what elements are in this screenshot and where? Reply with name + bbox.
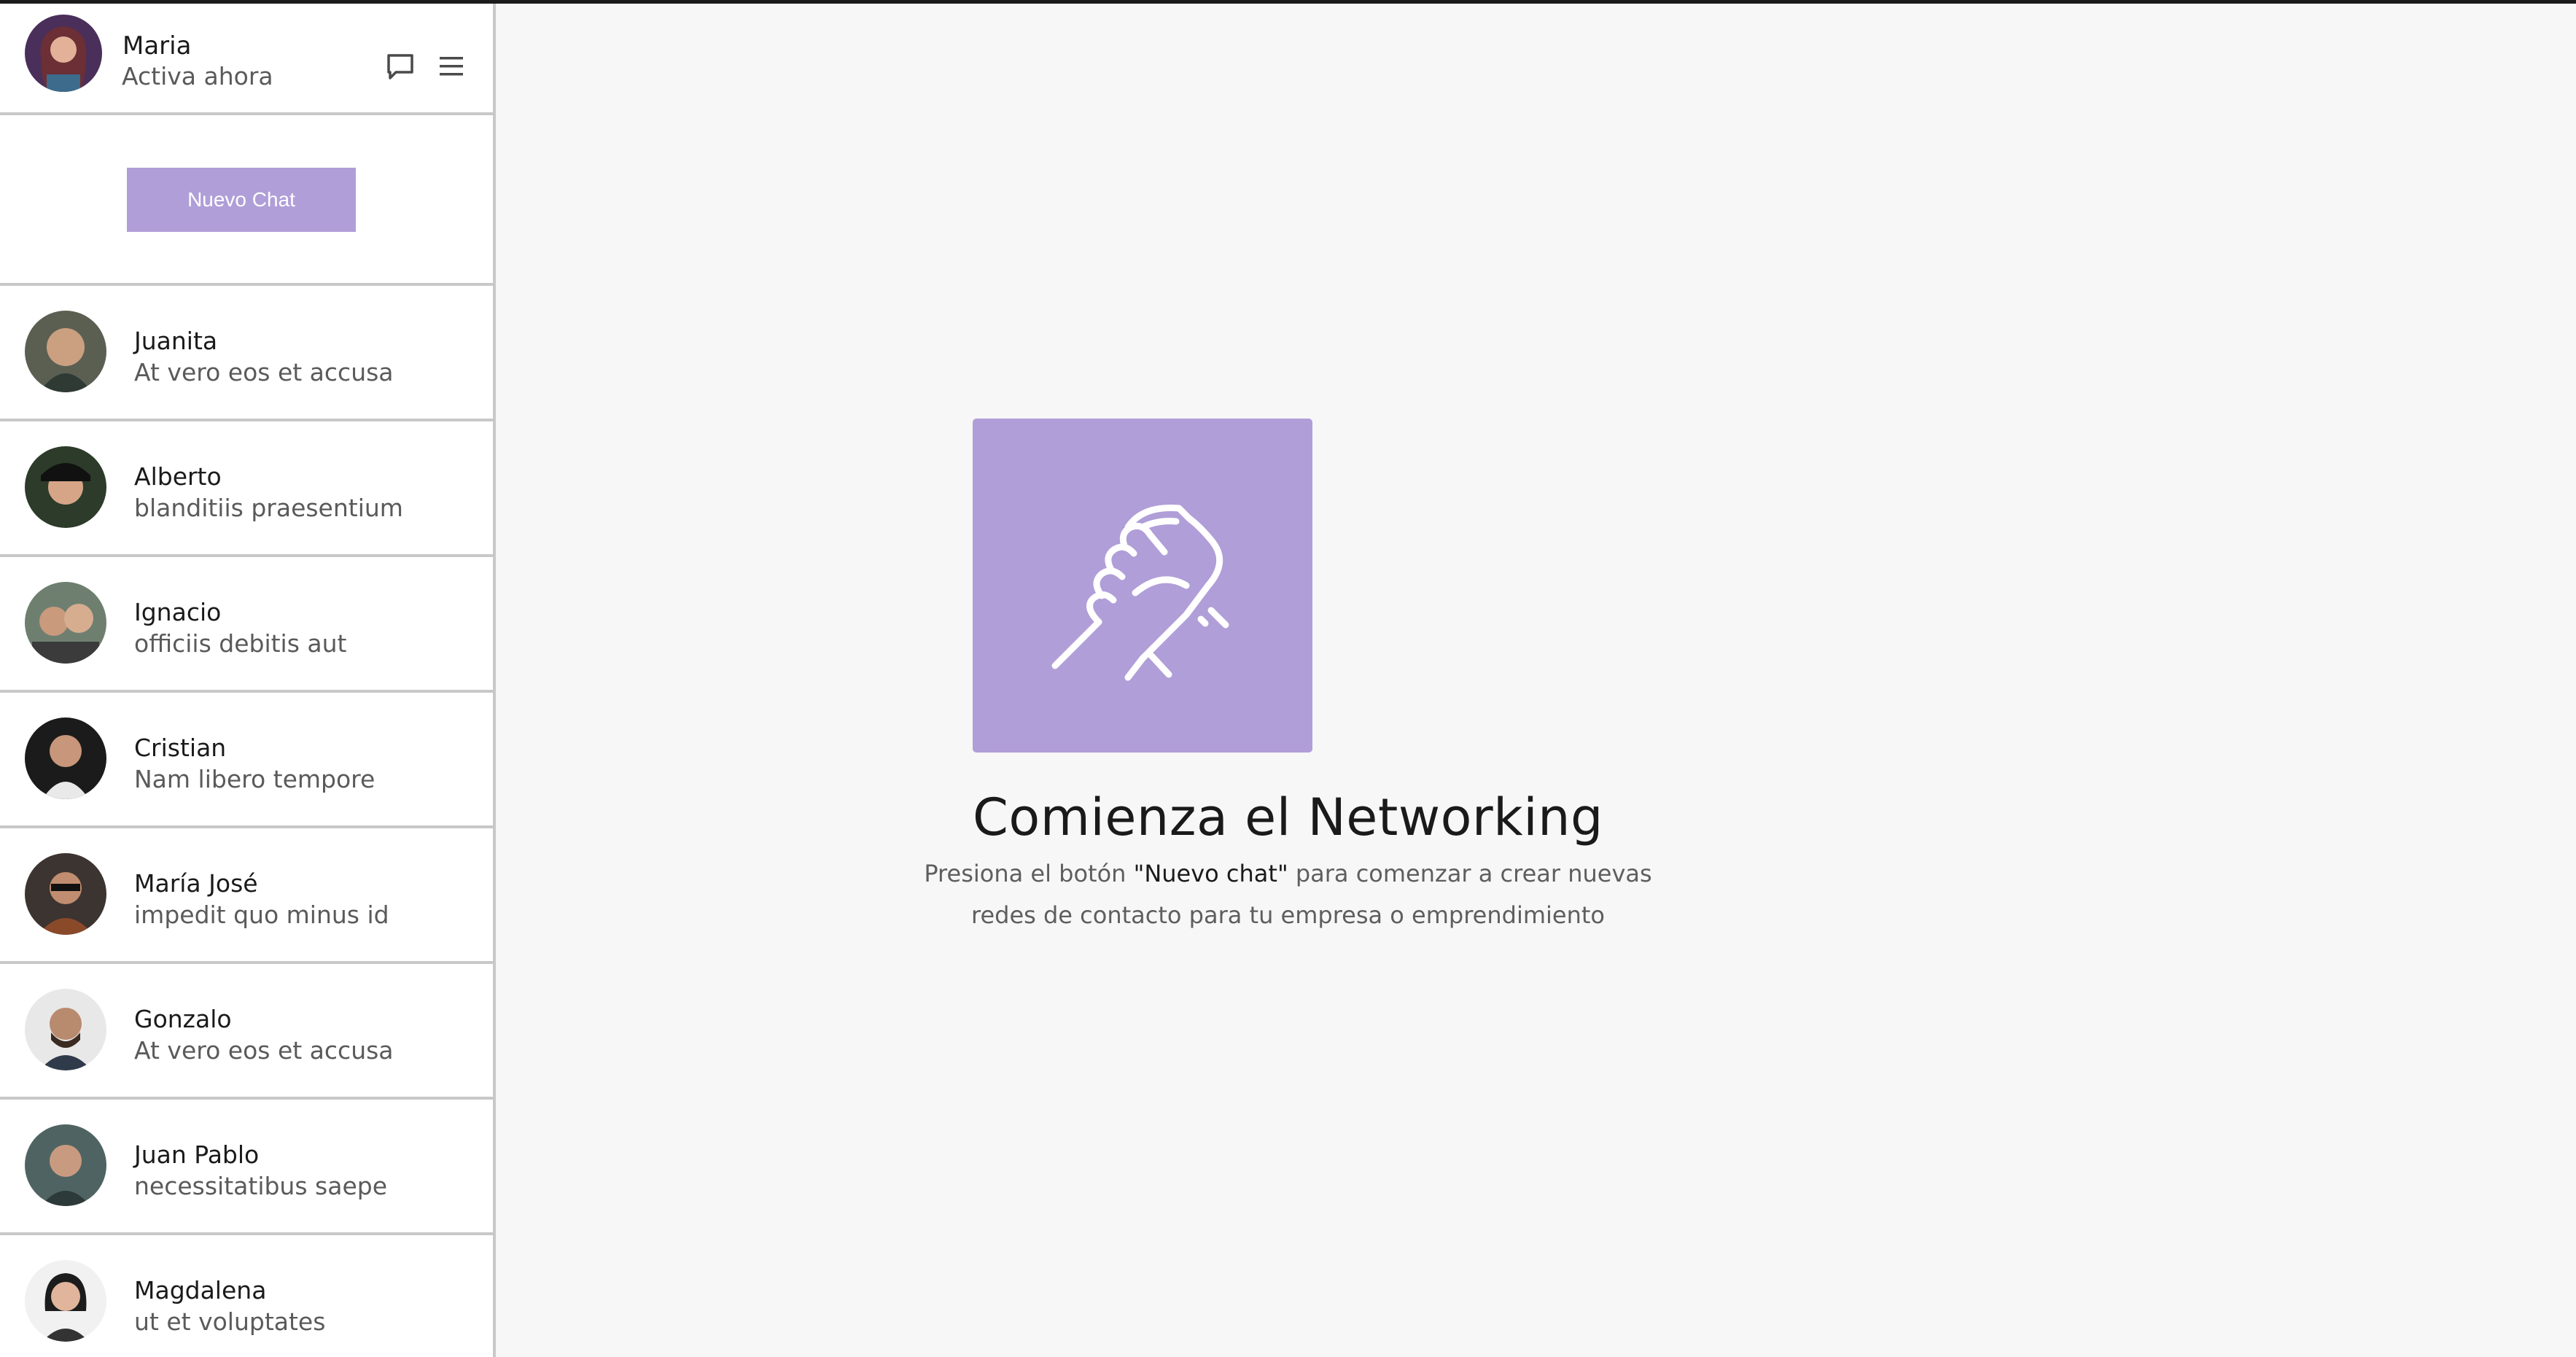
contact-avatar [25, 311, 106, 392]
user-avatar[interactable] [25, 15, 102, 92]
main-panel [499, 4, 2576, 1357]
user-name: Maria [122, 31, 192, 61]
contact-last-message: blanditiis praesentium [134, 494, 403, 522]
contact-name: Magdalena [134, 1276, 267, 1304]
contact-item[interactable]: Juanita At vero eos et accusa [0, 286, 493, 421]
description-text-start: Presiona el botón [924, 860, 1134, 887]
contact-item[interactable]: Magdalena ut et voluptates [0, 1235, 493, 1357]
contact-item[interactable]: Juan Pablo necessitatibus saepe [0, 1100, 493, 1235]
user-status: Activa ahora [122, 62, 273, 90]
sidebar: Maria Activa ahora Nuevo Chat Juanita At… [0, 4, 496, 1357]
contact-avatar [25, 1260, 106, 1342]
contact-last-message: officiis debitis aut [134, 629, 347, 658]
description-text-end: para comenzar a crear nuevas [1288, 860, 1652, 887]
hamburger-menu-icon[interactable] [435, 50, 467, 82]
description-line-2: redes de contacto para tu empresa o empr… [971, 901, 1605, 929]
contact-item[interactable]: Gonzalo At vero eos et accusa [0, 964, 493, 1100]
contact-name: Cristian [134, 734, 227, 762]
contact-name: Ignacio [134, 598, 222, 626]
empty-state-title: Comienza el Networking [973, 788, 1603, 847]
contact-name: Alberto [134, 462, 222, 491]
new-chat-section: Nuevo Chat [0, 115, 493, 286]
handshake-icon [1051, 505, 1229, 681]
new-chat-button[interactable]: Nuevo Chat [127, 168, 356, 232]
contact-last-message: necessitatibus saepe [134, 1172, 387, 1200]
contact-name: Juan Pablo [134, 1140, 260, 1169]
contact-avatar [25, 1124, 106, 1206]
contact-avatar [25, 446, 106, 528]
contact-item[interactable]: Ignacio officiis debitis aut [0, 557, 493, 693]
empty-state-description: Presiona el botón "Nuevo chat" para come… [0, 853, 2576, 936]
chat-bubble-icon[interactable] [384, 50, 416, 82]
contact-last-message: ut et voluptates [134, 1307, 326, 1336]
user-profile-header: Maria Activa ahora [0, 4, 493, 115]
contact-name: Gonzalo [134, 1005, 232, 1033]
contact-avatar [25, 989, 106, 1070]
description-highlight: "Nuevo chat" [1133, 860, 1288, 887]
contact-name: Juanita [134, 327, 218, 355]
empty-state-illustration [973, 419, 1312, 753]
contact-last-message: At vero eos et accusa [134, 1036, 394, 1065]
contact-avatar [25, 582, 106, 664]
contact-last-message: At vero eos et accusa [134, 358, 394, 386]
contact-item[interactable]: Alberto blanditiis praesentium [0, 421, 493, 557]
